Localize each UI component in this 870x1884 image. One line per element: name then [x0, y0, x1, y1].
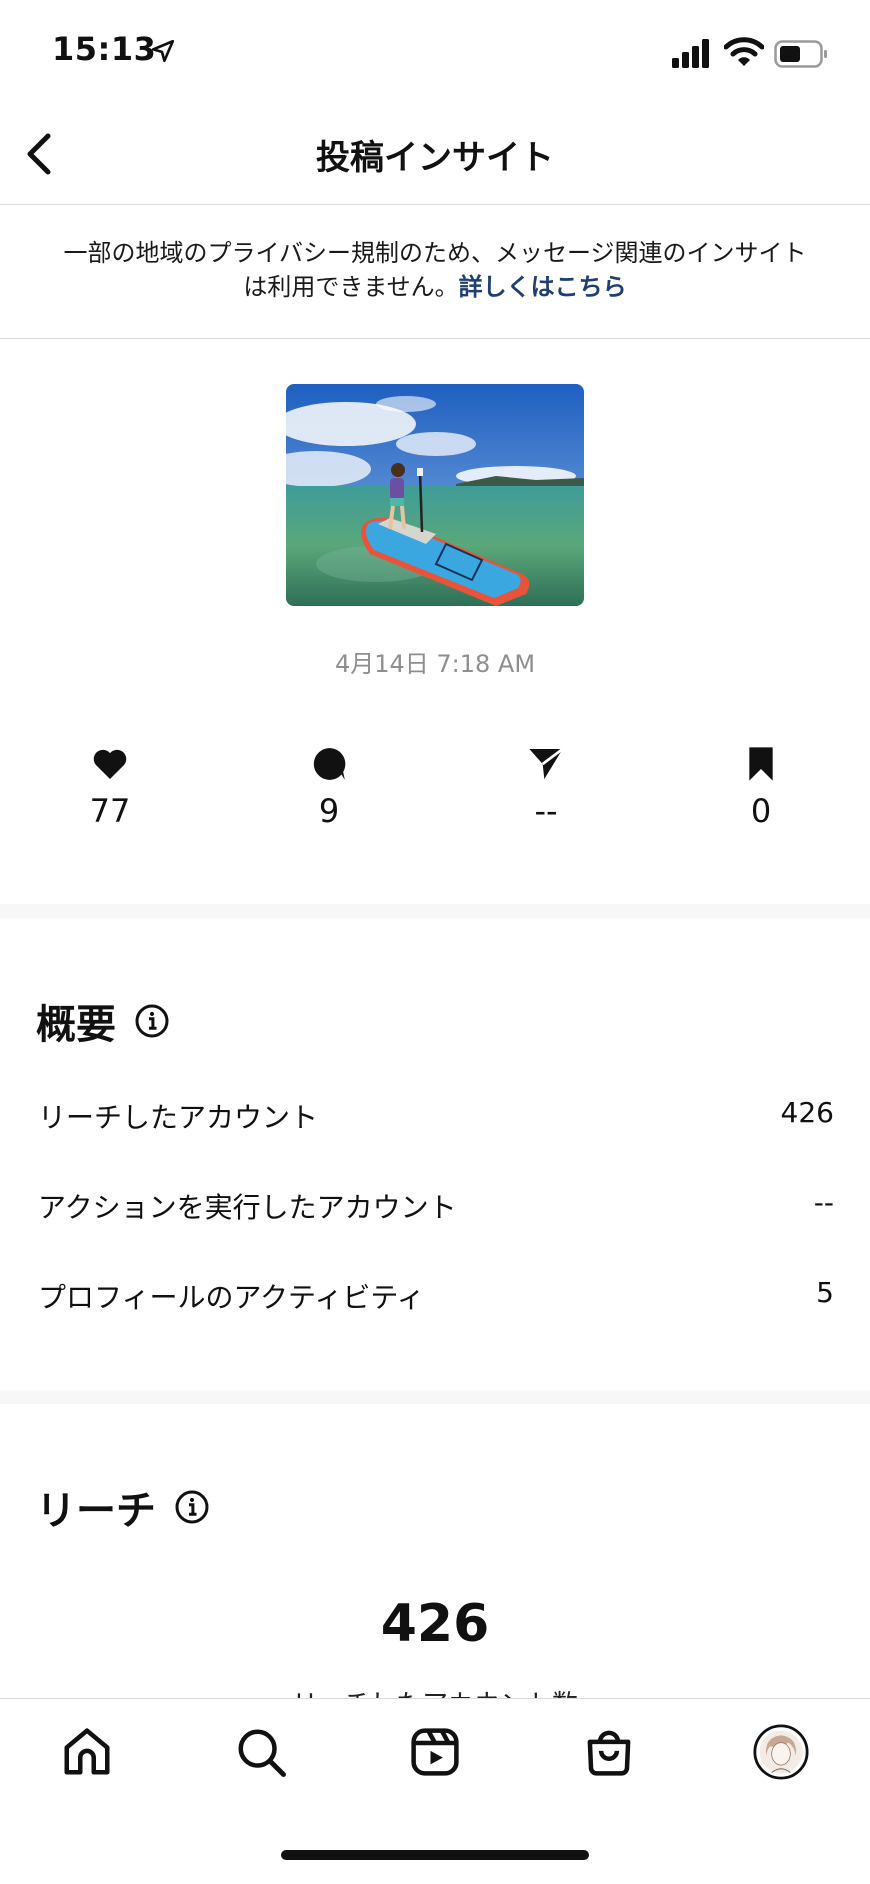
battery-icon [774, 40, 827, 68]
status-time: 15:13 [52, 30, 157, 68]
overview-row-value: 5 [816, 1276, 834, 1309]
profile-avatar [753, 1724, 809, 1780]
comments-count: 9 [318, 792, 340, 830]
tab-home[interactable] [59, 1724, 115, 1780]
home-icon [64, 1728, 110, 1775]
saves-count: 0 [750, 792, 772, 830]
reach-value: 426 [380, 1594, 490, 1654]
privacy-notice-text: 一部の地域のプライバシー規制のため、メッセージ関連のインサイトは利用できません。 [63, 239, 807, 301]
comment-bubble-icon [313, 748, 346, 780]
post-thumbnail[interactable] [286, 384, 584, 606]
overview-row-reach[interactable]: リーチしたアカウント 426 [38, 1096, 834, 1136]
reels-icon [411, 1728, 459, 1776]
info-icon[interactable] [174, 1489, 210, 1525]
overview-row-value: -- [813, 1186, 834, 1219]
cellular-signal-icon [672, 39, 709, 68]
saves-metric: 0 [701, 744, 821, 830]
tab-reels[interactable] [407, 1724, 463, 1780]
reach-section-title: リーチ [36, 1478, 210, 1536]
home-indicator [281, 1850, 589, 1860]
overview-row-label: プロフィールのアクティビティ [38, 1281, 425, 1314]
overview-row-actions[interactable]: アクションを実行したアカウント -- [38, 1186, 834, 1226]
shares-metric: -- [486, 744, 606, 830]
overview-row-label: リーチしたアカウント [38, 1101, 319, 1134]
overview-row-label: アクションを実行したアカウント [38, 1191, 457, 1224]
privacy-notice: 一部の地域のプライバシー規制のため、メッセージ関連のインサイトは利用できません。… [60, 236, 810, 304]
reach-title: リーチ [36, 1488, 156, 1534]
page-title: 投稿インサイト [316, 138, 554, 178]
shares-count: -- [534, 792, 558, 830]
heart-icon [93, 749, 127, 779]
section-separator [0, 904, 870, 918]
tab-search[interactable] [233, 1724, 289, 1780]
comments-metric: 9 [269, 744, 389, 830]
bookmark-icon [749, 747, 773, 781]
location-arrow-icon [151, 39, 175, 63]
likes-metric: 77 [50, 744, 170, 830]
overview-section-title: 概要 [36, 992, 170, 1050]
section-separator [0, 1390, 870, 1404]
info-icon[interactable] [134, 1003, 170, 1039]
likes-count: 77 [89, 792, 131, 830]
notice-divider [0, 338, 870, 339]
learn-more-link[interactable]: 詳しくはこちら [459, 273, 627, 301]
send-icon [529, 747, 564, 779]
overview-row-profile-activity[interactable]: プロフィールのアクティビティ 5 [38, 1276, 834, 1316]
wifi-icon [724, 37, 764, 66]
post-date: 4月14日 7:18 AM [334, 650, 536, 678]
tab-profile[interactable] [753, 1724, 809, 1780]
header-divider [0, 204, 870, 205]
post-image [286, 384, 584, 606]
tab-shop[interactable] [581, 1724, 637, 1780]
search-icon [238, 1729, 286, 1777]
shop-icon [587, 1730, 631, 1776]
overview-row-value: 426 [780, 1096, 834, 1129]
overview-title: 概要 [36, 1002, 116, 1048]
